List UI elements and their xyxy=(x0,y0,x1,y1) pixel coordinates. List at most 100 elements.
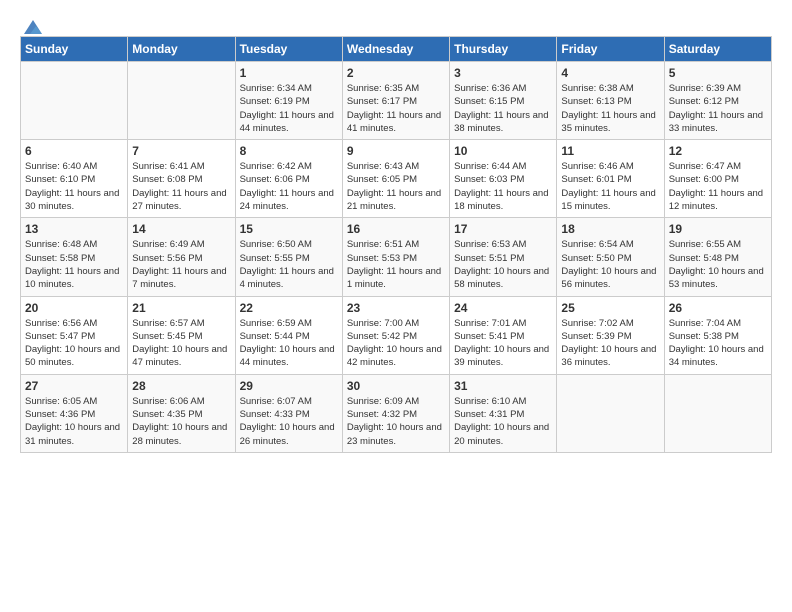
day-info: Sunrise: 6:50 AM Sunset: 5:55 PM Dayligh… xyxy=(240,238,338,291)
col-header-saturday: Saturday xyxy=(664,37,771,62)
week-row-1: 1 Sunrise: 6:34 AM Sunset: 6:19 PM Daylig… xyxy=(21,62,772,140)
day-number: 14 xyxy=(132,222,230,236)
day-number: 30 xyxy=(347,379,445,393)
day-info: Sunrise: 6:46 AM Sunset: 6:01 PM Dayligh… xyxy=(561,160,659,213)
day-cell: 10Sunrise: 6:44 AM Sunset: 6:03 PM Dayli… xyxy=(450,140,557,218)
day-info: Sunrise: 6:56 AM Sunset: 5:47 PM Dayligh… xyxy=(25,317,123,370)
col-header-wednesday: Wednesday xyxy=(342,37,449,62)
day-number: 31 xyxy=(454,379,552,393)
day-info: Sunrise: 6:35 AM Sunset: 6:17 PM Dayligh… xyxy=(347,82,445,135)
header xyxy=(20,16,772,32)
day-number: 18 xyxy=(561,222,659,236)
day-cell: 14 Sunrise: 6:49 AM Sunset: 5:56 PM Dayli… xyxy=(128,218,235,296)
day-number: 24 xyxy=(454,301,552,315)
day-info: Sunrise: 6:38 AM Sunset: 6:13 PM Dayligh… xyxy=(561,82,659,135)
day-info: Sunrise: 6:48 AM Sunset: 5:58 PM Dayligh… xyxy=(25,238,123,291)
day-cell: 27 Sunrise: 6:05 AM Sunset: 4:36 PM Dayli… xyxy=(21,374,128,452)
day-info: Sunrise: 6:41 AM Sunset: 6:08 PM Dayligh… xyxy=(132,160,230,213)
calendar-table: SundayMondayTuesdayWednesdayThursdayFrid… xyxy=(20,36,772,453)
day-cell xyxy=(21,62,128,140)
day-cell: 19Sunrise: 6:55 AM Sunset: 5:48 PM Dayli… xyxy=(664,218,771,296)
day-info: Sunrise: 6:39 AM Sunset: 6:12 PM Dayligh… xyxy=(669,82,767,135)
day-number: 13 xyxy=(25,222,123,236)
day-number: 4 xyxy=(561,66,659,80)
day-number: 21 xyxy=(132,301,230,315)
week-row-2: 6 Sunrise: 6:40 AM Sunset: 6:10 PM Daylig… xyxy=(21,140,772,218)
day-info: Sunrise: 6:40 AM Sunset: 6:10 PM Dayligh… xyxy=(25,160,123,213)
day-cell xyxy=(664,374,771,452)
day-info: Sunrise: 7:02 AM Sunset: 5:39 PM Dayligh… xyxy=(561,317,659,370)
col-header-thursday: Thursday xyxy=(450,37,557,62)
day-info: Sunrise: 6:10 AM Sunset: 4:31 PM Dayligh… xyxy=(454,395,552,448)
day-info: Sunrise: 6:53 AM Sunset: 5:51 PM Dayligh… xyxy=(454,238,552,291)
day-number: 6 xyxy=(25,144,123,158)
week-row-4: 20Sunrise: 6:56 AM Sunset: 5:47 PM Dayli… xyxy=(21,296,772,374)
day-cell: 28Sunrise: 6:06 AM Sunset: 4:35 PM Dayli… xyxy=(128,374,235,452)
day-cell: 13 Sunrise: 6:48 AM Sunset: 5:58 PM Dayli… xyxy=(21,218,128,296)
day-number: 9 xyxy=(347,144,445,158)
day-cell: 1 Sunrise: 6:34 AM Sunset: 6:19 PM Daylig… xyxy=(235,62,342,140)
day-number: 11 xyxy=(561,144,659,158)
day-cell xyxy=(557,374,664,452)
day-number: 15 xyxy=(240,222,338,236)
col-header-monday: Monday xyxy=(128,37,235,62)
day-number: 25 xyxy=(561,301,659,315)
day-cell: 4 Sunrise: 6:38 AM Sunset: 6:13 PM Daylig… xyxy=(557,62,664,140)
day-cell: 8 Sunrise: 6:42 AM Sunset: 6:06 PM Daylig… xyxy=(235,140,342,218)
week-row-3: 13 Sunrise: 6:48 AM Sunset: 5:58 PM Dayli… xyxy=(21,218,772,296)
day-cell: 7 Sunrise: 6:41 AM Sunset: 6:08 PM Daylig… xyxy=(128,140,235,218)
day-cell: 24 Sunrise: 7:01 AM Sunset: 5:41 PM Dayli… xyxy=(450,296,557,374)
day-info: Sunrise: 6:44 AM Sunset: 6:03 PM Dayligh… xyxy=(454,160,552,213)
day-number: 3 xyxy=(454,66,552,80)
logo xyxy=(20,16,44,32)
day-number: 17 xyxy=(454,222,552,236)
day-info: Sunrise: 6:54 AM Sunset: 5:50 PM Dayligh… xyxy=(561,238,659,291)
col-header-tuesday: Tuesday xyxy=(235,37,342,62)
day-info: Sunrise: 6:36 AM Sunset: 6:15 PM Dayligh… xyxy=(454,82,552,135)
day-cell: 20Sunrise: 6:56 AM Sunset: 5:47 PM Dayli… xyxy=(21,296,128,374)
day-number: 5 xyxy=(669,66,767,80)
day-cell: 29 Sunrise: 6:07 AM Sunset: 4:33 PM Dayli… xyxy=(235,374,342,452)
day-info: Sunrise: 6:42 AM Sunset: 6:06 PM Dayligh… xyxy=(240,160,338,213)
day-info: Sunrise: 6:55 AM Sunset: 5:48 PM Dayligh… xyxy=(669,238,767,291)
day-info: Sunrise: 7:00 AM Sunset: 5:42 PM Dayligh… xyxy=(347,317,445,370)
day-cell: 17 Sunrise: 6:53 AM Sunset: 5:51 PM Dayli… xyxy=(450,218,557,296)
day-number: 27 xyxy=(25,379,123,393)
day-number: 12 xyxy=(669,144,767,158)
day-info: Sunrise: 7:04 AM Sunset: 5:38 PM Dayligh… xyxy=(669,317,767,370)
day-number: 22 xyxy=(240,301,338,315)
day-cell: 26 Sunrise: 7:04 AM Sunset: 5:38 PM Dayli… xyxy=(664,296,771,374)
day-number: 16 xyxy=(347,222,445,236)
day-number: 2 xyxy=(347,66,445,80)
day-info: Sunrise: 6:34 AM Sunset: 6:19 PM Dayligh… xyxy=(240,82,338,135)
day-info: Sunrise: 6:57 AM Sunset: 5:45 PM Dayligh… xyxy=(132,317,230,370)
day-cell: 15 Sunrise: 6:50 AM Sunset: 5:55 PM Dayli… xyxy=(235,218,342,296)
day-cell: 2 Sunrise: 6:35 AM Sunset: 6:17 PM Daylig… xyxy=(342,62,449,140)
day-info: Sunrise: 6:05 AM Sunset: 4:36 PM Dayligh… xyxy=(25,395,123,448)
col-header-sunday: Sunday xyxy=(21,37,128,62)
day-cell: 25 Sunrise: 7:02 AM Sunset: 5:39 PM Dayli… xyxy=(557,296,664,374)
day-cell: 21 Sunrise: 6:57 AM Sunset: 5:45 PM Dayli… xyxy=(128,296,235,374)
day-number: 23 xyxy=(347,301,445,315)
day-info: Sunrise: 6:43 AM Sunset: 6:05 PM Dayligh… xyxy=(347,160,445,213)
day-number: 29 xyxy=(240,379,338,393)
page-container: SundayMondayTuesdayWednesdayThursdayFrid… xyxy=(0,0,792,463)
day-cell: 16 Sunrise: 6:51 AM Sunset: 5:53 PM Dayli… xyxy=(342,218,449,296)
day-number: 8 xyxy=(240,144,338,158)
day-cell: 23 Sunrise: 7:00 AM Sunset: 5:42 PM Dayli… xyxy=(342,296,449,374)
day-info: Sunrise: 6:06 AM Sunset: 4:35 PM Dayligh… xyxy=(132,395,230,448)
day-cell: 31 Sunrise: 6:10 AM Sunset: 4:31 PM Dayli… xyxy=(450,374,557,452)
day-info: Sunrise: 6:47 AM Sunset: 6:00 PM Dayligh… xyxy=(669,160,767,213)
day-cell: 3 Sunrise: 6:36 AM Sunset: 6:15 PM Daylig… xyxy=(450,62,557,140)
day-info: Sunrise: 6:07 AM Sunset: 4:33 PM Dayligh… xyxy=(240,395,338,448)
day-cell: 11 Sunrise: 6:46 AM Sunset: 6:01 PM Dayli… xyxy=(557,140,664,218)
day-number: 7 xyxy=(132,144,230,158)
week-row-5: 27 Sunrise: 6:05 AM Sunset: 4:36 PM Dayli… xyxy=(21,374,772,452)
day-info: Sunrise: 7:01 AM Sunset: 5:41 PM Dayligh… xyxy=(454,317,552,370)
day-info: Sunrise: 6:49 AM Sunset: 5:56 PM Dayligh… xyxy=(132,238,230,291)
day-info: Sunrise: 6:09 AM Sunset: 4:32 PM Dayligh… xyxy=(347,395,445,448)
day-info: Sunrise: 6:51 AM Sunset: 5:53 PM Dayligh… xyxy=(347,238,445,291)
day-number: 1 xyxy=(240,66,338,80)
day-number: 26 xyxy=(669,301,767,315)
day-cell: 5 Sunrise: 6:39 AM Sunset: 6:12 PM Daylig… xyxy=(664,62,771,140)
